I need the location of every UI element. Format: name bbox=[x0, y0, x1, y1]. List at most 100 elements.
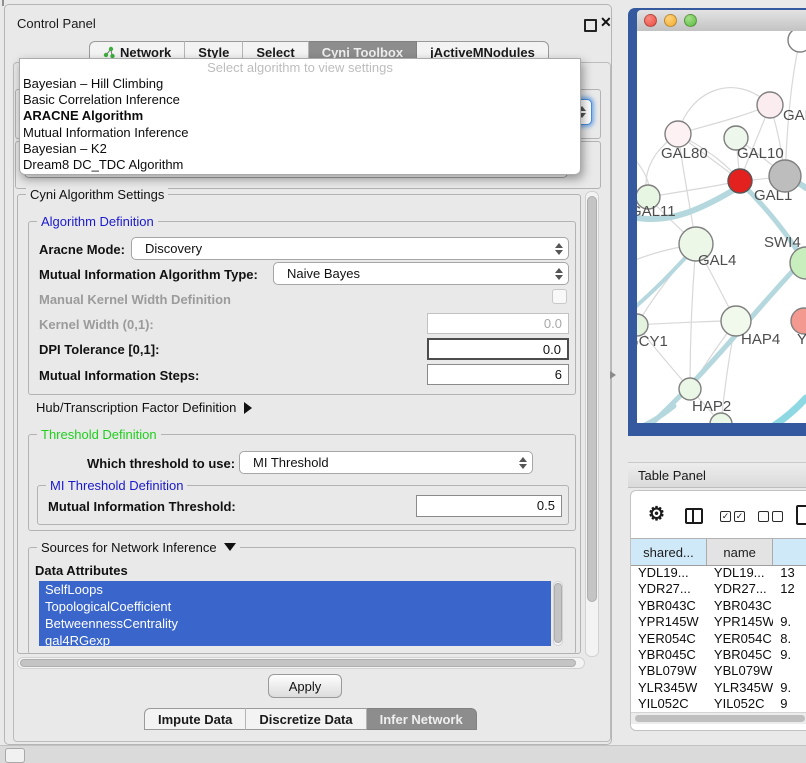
sources-title-wrap[interactable]: Sources for Network Inference bbox=[37, 540, 240, 555]
zoom-traffic-light[interactable] bbox=[684, 14, 697, 27]
table-cell: 13 bbox=[773, 565, 806, 581]
network-edge[interactable] bbox=[637, 406, 674, 423]
table-cell: YER054C bbox=[707, 631, 773, 647]
table-row[interactable]: YIL052CYIL052C9 bbox=[631, 696, 806, 712]
mi-algorithm-type-combo[interactable]: Naive Bayes bbox=[273, 262, 569, 285]
minimize-traffic-light[interactable] bbox=[664, 14, 677, 27]
attribute-item[interactable]: BetweennessCentrality bbox=[39, 615, 551, 632]
stepper-icon bbox=[555, 268, 563, 280]
kernel-width-field[interactable]: 0.0 bbox=[427, 313, 569, 334]
threshold-definition-title: Threshold Definition bbox=[37, 427, 161, 442]
mi-steps-field[interactable]: 6 bbox=[427, 364, 569, 385]
table-cell: YER054C bbox=[631, 631, 707, 647]
document-icon[interactable] bbox=[796, 505, 806, 525]
settings-horizontal-scrollbar[interactable] bbox=[17, 657, 585, 669]
aracne-mode-combo[interactable]: Discovery bbox=[131, 237, 569, 260]
column-header[interactable] bbox=[773, 539, 806, 565]
cyni-settings-title: Cyni Algorithm Settings bbox=[26, 187, 168, 202]
mi-threshold-group: MI Threshold Definition Mutual Informati… bbox=[37, 485, 569, 525]
algorithm-option[interactable]: Dream8 DC_TDC Algorithm bbox=[20, 157, 580, 173]
table-cell bbox=[773, 598, 806, 614]
table-row[interactable]: YBR043CYBR043C bbox=[631, 598, 806, 614]
network-node[interactable] bbox=[679, 378, 701, 400]
dropdown-placeholder: Select algorithm to view settings bbox=[20, 59, 580, 76]
checked-checkbox-icon[interactable]: ✓ bbox=[734, 511, 745, 522]
table-row[interactable]: YDR27...YDR27...12 bbox=[631, 581, 806, 597]
network-edge[interactable] bbox=[748, 398, 806, 423]
mi-threshold-field[interactable]: 0.5 bbox=[416, 495, 562, 517]
table-panel-card: ⚙ ✓ ✓ shared...name YDL19...YDL19...13YD… bbox=[630, 490, 806, 731]
splitter-arrow-icon[interactable] bbox=[610, 371, 616, 379]
bottom-strip bbox=[0, 745, 806, 763]
unchecked-checkbox-icon[interactable] bbox=[758, 511, 769, 522]
checked-checkbox-icon[interactable]: ✓ bbox=[720, 511, 731, 522]
attribute-item[interactable]: SelfLoops bbox=[39, 581, 551, 598]
close-traffic-light[interactable] bbox=[644, 14, 657, 27]
network-canvas[interactable]: GALGAL80GAL10GAL1GAL11SWI4GAL4GCY1HAP4YH… bbox=[637, 31, 806, 423]
table-column-headers: shared...name bbox=[631, 538, 806, 566]
expand-right-icon bbox=[244, 402, 252, 414]
network-node[interactable] bbox=[769, 160, 801, 192]
control-panel-window: Control Panel ✕ NetworkStyleSelectCyni T… bbox=[4, 4, 612, 745]
apply-button[interactable]: Apply bbox=[268, 674, 342, 698]
dpi-tolerance-field[interactable]: 0.0 bbox=[427, 338, 569, 360]
node-label: GAL bbox=[783, 107, 806, 124]
column-header[interactable]: shared... bbox=[631, 539, 707, 565]
node-label: GAL11 bbox=[637, 203, 676, 220]
table-cell: YLR345W bbox=[631, 680, 707, 696]
bottom-tab-discretize-data[interactable]: Discretize Data bbox=[246, 708, 366, 730]
attributes-scrollbar[interactable] bbox=[553, 581, 563, 646]
manual-kernel-checkbox[interactable] bbox=[552, 289, 567, 304]
network-window-titlebar[interactable] bbox=[637, 10, 806, 32]
algorithm-option[interactable]: Bayesian – Hill Climbing bbox=[20, 76, 580, 92]
attribute-item[interactable]: gal4RGexp bbox=[39, 632, 551, 646]
table-row[interactable]: YBR045CYBR045C9. bbox=[631, 647, 806, 663]
node-label: GAL4 bbox=[698, 252, 736, 269]
network-edge[interactable] bbox=[637, 321, 721, 325]
mi-algorithm-type-value: Naive Bayes bbox=[287, 266, 360, 281]
table-cell: YIL052C bbox=[707, 696, 773, 712]
gear-icon[interactable]: ⚙ bbox=[648, 505, 665, 524]
bottom-tab-impute-data[interactable]: Impute Data bbox=[144, 708, 246, 730]
table-cell: YBL079W bbox=[631, 663, 707, 679]
table-row[interactable]: YBL079WYBL079W bbox=[631, 663, 806, 679]
mini-panel-icon[interactable] bbox=[5, 748, 25, 763]
dpi-tolerance-label: DPI Tolerance [0,1]: bbox=[39, 342, 159, 357]
which-threshold-label: Which threshold to use: bbox=[87, 456, 235, 471]
columns-icon[interactable] bbox=[685, 508, 703, 524]
network-node[interactable] bbox=[665, 121, 691, 147]
algorithm-option[interactable]: Bayesian – K2 bbox=[20, 141, 580, 157]
table-cell: YBR043C bbox=[707, 598, 773, 614]
unchecked-checkbox-icon[interactable] bbox=[772, 511, 783, 522]
corner-mark bbox=[2, 0, 4, 6]
node-label: Y bbox=[797, 331, 806, 348]
which-threshold-value: MI Threshold bbox=[253, 455, 329, 470]
table-cell: 8. bbox=[773, 631, 806, 647]
algorithm-option[interactable]: ARACNE Algorithm bbox=[20, 108, 580, 124]
settings-vertical-scrollbar[interactable] bbox=[585, 191, 599, 657]
which-threshold-combo[interactable]: MI Threshold bbox=[239, 451, 533, 474]
column-header[interactable]: name bbox=[707, 539, 773, 565]
data-attributes-list: SelfLoopsTopologicalCoefficientBetweenne… bbox=[39, 581, 551, 646]
table-cell: YPR145W bbox=[707, 614, 773, 630]
table-row[interactable]: YDL19...YDL19...13 bbox=[631, 565, 806, 581]
table-cell: 9. bbox=[773, 647, 806, 663]
sources-title: Sources for Network Inference bbox=[41, 540, 217, 555]
table-cell bbox=[773, 663, 806, 679]
network-edge[interactable] bbox=[678, 105, 770, 134]
hub-definition-expander[interactable]: Hub/Transcription Factor Definition bbox=[36, 400, 252, 415]
network-node[interactable] bbox=[788, 31, 806, 52]
table-horizontal-scrollbar[interactable] bbox=[631, 712, 806, 724]
table-cell: YPR145W bbox=[631, 614, 707, 630]
aracne-mode-value: Discovery bbox=[145, 241, 202, 256]
algorithm-option[interactable]: Mutual Information Inference bbox=[20, 125, 580, 141]
network-node[interactable] bbox=[728, 169, 752, 193]
network-edge[interactable] bbox=[690, 244, 696, 389]
table-row[interactable]: YPR145WYPR145W9. bbox=[631, 614, 806, 630]
table-row[interactable]: YER054CYER054C8. bbox=[631, 631, 806, 647]
bottom-tab-infer-network[interactable]: Infer Network bbox=[367, 708, 477, 730]
algorithm-option[interactable]: Basic Correlation Inference bbox=[20, 92, 580, 108]
table-row[interactable]: YLR345WYLR345W9. bbox=[631, 680, 806, 696]
attribute-item[interactable]: TopologicalCoefficient bbox=[39, 598, 551, 615]
network-node[interactable] bbox=[757, 92, 783, 118]
